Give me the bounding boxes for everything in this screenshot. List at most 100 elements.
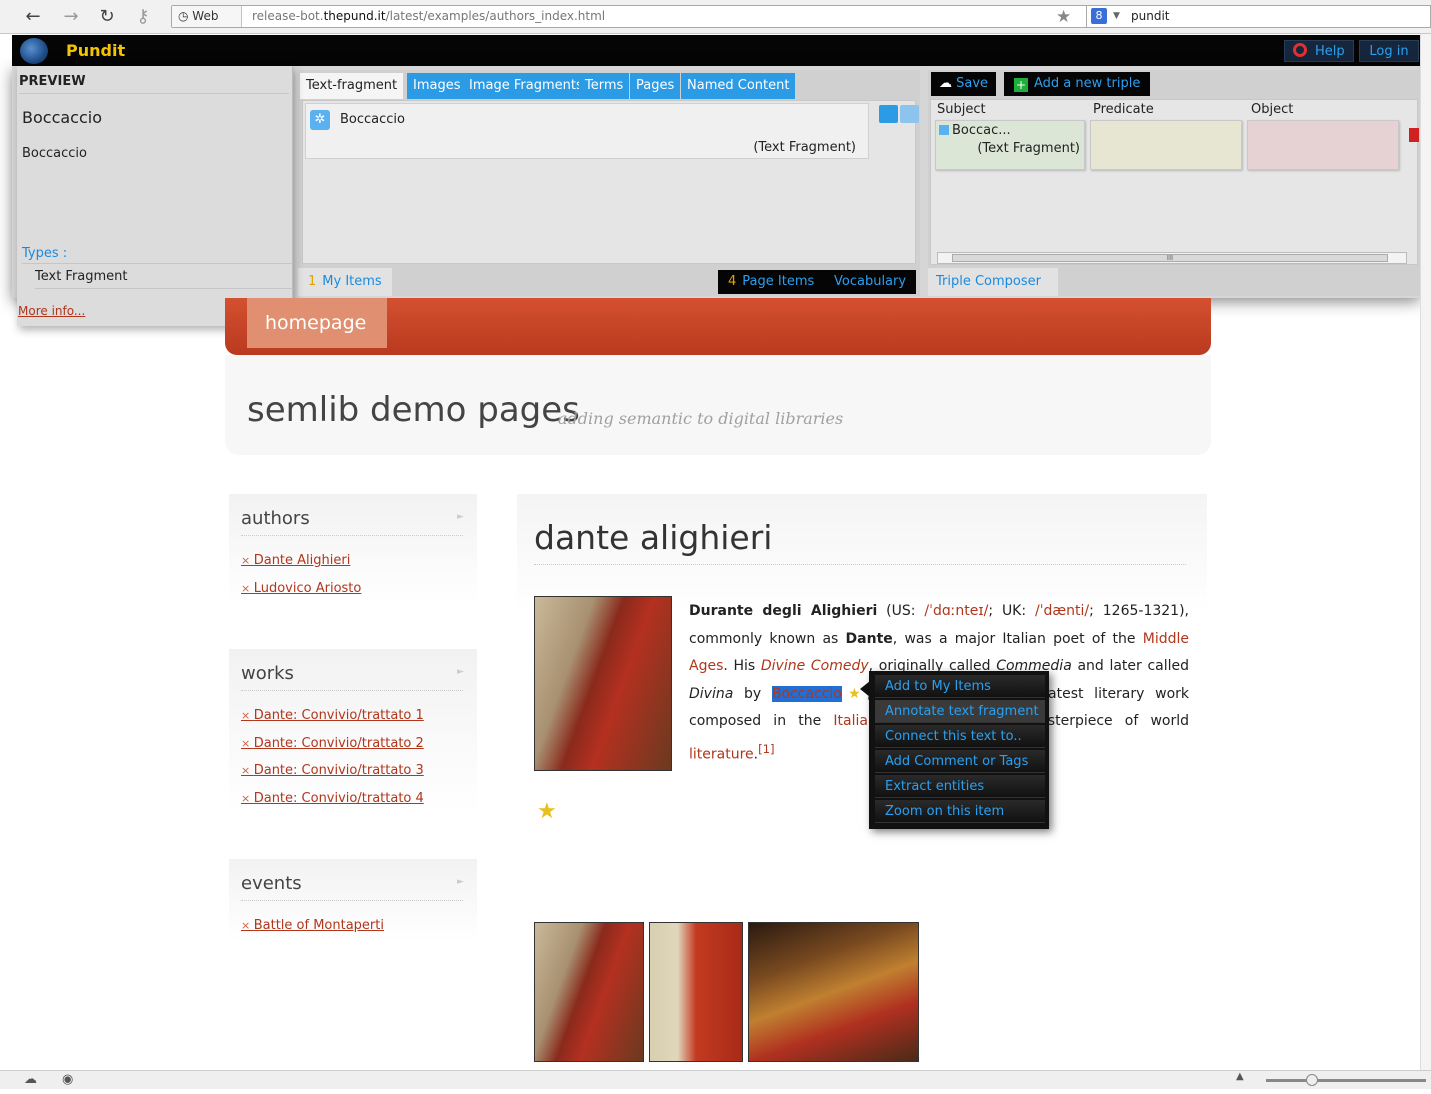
page-items-tab[interactable]: 4 Page Items	[718, 270, 825, 294]
my-items-label: My Items	[322, 274, 382, 289]
save-button[interactable]: ☁ Save	[931, 72, 997, 96]
items-panel: Text-fragment Images Image Fragments Ter…	[298, 70, 920, 296]
menu-item-add-to-my-items[interactable]: Add to My Items	[875, 675, 1045, 698]
tab-text-fragment[interactable]: Text-fragment	[300, 73, 405, 99]
predicate-slot[interactable]	[1090, 120, 1242, 170]
key-icon[interactable]: ⚷	[132, 6, 154, 28]
help-lifebuoy-icon	[1293, 43, 1307, 57]
sidebar-link-work-2[interactable]: Dante: Convivio/trattato 2	[241, 736, 424, 751]
homepage-tab[interactable]: homepage	[247, 298, 387, 348]
sidebar-link-work-3[interactable]: Dante: Convivio/trattato 3	[241, 763, 424, 778]
address-bar[interactable]: ◷ Web release-bot.thepund.it/latest/exam…	[171, 5, 1181, 28]
thumbnail-image-3[interactable]	[748, 922, 919, 1062]
divider	[241, 690, 463, 691]
plus-icon: +	[1014, 78, 1028, 92]
tab-images[interactable]: Images	[407, 73, 468, 99]
divine-comedy-link[interactable]: Divine Comedy	[761, 658, 869, 674]
sidebar-link-work-4[interactable]: Dante: Convivio/trattato 4	[241, 791, 424, 806]
compass-icon[interactable]: ◉	[62, 1072, 73, 1087]
dante-portrait-image[interactable]	[534, 596, 672, 771]
delete-triple-icon[interactable]	[1409, 128, 1419, 142]
vocabulary-tab[interactable]: Vocabulary	[824, 270, 917, 294]
menu-item-connect-text[interactable]: Connect this text to..	[875, 725, 1045, 748]
preview-title: Boccaccio	[22, 108, 102, 127]
subject-slot[interactable]: Boccac... (Text Fragment)	[935, 120, 1085, 170]
dante-bold: Dante	[845, 630, 893, 647]
help-label: Help	[1315, 44, 1345, 59]
context-menu: Add to My Items Annotate text fragment C…	[869, 671, 1049, 829]
footnote-link[interactable]: [1]	[758, 742, 775, 756]
zoom-up-icon[interactable]: ▲	[1236, 1071, 1244, 1082]
sidebar-link-work-1[interactable]: Dante: Convivio/trattato 1	[241, 708, 424, 723]
zoom-slider-thumb[interactable]	[1306, 1074, 1318, 1086]
sidebar-link-ariosto[interactable]: Ludovico Ariosto	[241, 581, 362, 596]
menu-item-zoom[interactable]: Zoom on this item	[875, 800, 1045, 823]
status-bar: ☁ ◉ ▲	[0, 1070, 1431, 1089]
search-box[interactable]: 8 ▼ pundit	[1086, 5, 1431, 28]
my-items-tab[interactable]: 1 My Items	[298, 268, 392, 296]
events-box: events ► Battle of Montaperti	[229, 859, 477, 941]
preview-subtitle: Boccaccio	[22, 146, 87, 161]
add-triple-button[interactable]: + Add a new triple	[1004, 72, 1151, 96]
pundit-toolbar: Pundit Help Log in	[12, 35, 1420, 66]
menu-item-extract-entities[interactable]: Extract entities	[875, 775, 1045, 798]
us-ipa-link[interactable]: /ˈdɑːnteɪ/	[924, 603, 988, 619]
grid-view-icon[interactable]	[900, 105, 919, 123]
pundit-panels: Text-fragment Images Image Fragments Ter…	[12, 66, 1420, 326]
subject-header: Subject	[937, 102, 986, 117]
help-button[interactable]: Help	[1284, 40, 1354, 62]
list-item[interactable]: ✲ Boccaccio (Text Fragment)	[305, 103, 869, 159]
chevron-down-icon[interactable]: ▼	[1113, 6, 1120, 27]
authors-box: authors ► Dante Alighieri Ludovico Arios…	[229, 494, 477, 604]
expand-arrow-icon[interactable]: ►	[457, 877, 464, 887]
expand-arrow-icon[interactable]: ►	[457, 512, 464, 522]
triple-composer-tab[interactable]: Triple Composer	[928, 268, 1058, 296]
menu-item-add-comment[interactable]: Add Comment or Tags	[875, 750, 1045, 773]
uk-ipa-link[interactable]: /ˈdænti/	[1035, 603, 1089, 619]
dates: 1265-1321),	[1102, 603, 1189, 619]
search-engine-icon[interactable]: 8	[1091, 8, 1107, 24]
menu-item-annotate-text-fragment[interactable]: Annotate text fragment	[875, 700, 1045, 723]
tab-image-fragments[interactable]: Image Fragments	[463, 73, 590, 99]
forward-icon[interactable]: →	[60, 6, 82, 28]
more-info-link[interactable]: More info...	[18, 304, 85, 318]
sidebar-link-dante[interactable]: Dante Alighieri	[241, 553, 351, 568]
web-button[interactable]: ◷ Web	[172, 6, 242, 27]
gear-icon[interactable]: ✲	[310, 110, 330, 130]
tab-pages[interactable]: Pages	[630, 73, 682, 99]
cloud-icon[interactable]: ☁	[24, 1072, 37, 1087]
page-items-count: 4	[728, 274, 737, 289]
scrollbar-thumb[interactable]: III	[952, 254, 1388, 262]
view-toggle[interactable]	[879, 105, 919, 125]
text-span: , was a major Italian poet of the	[892, 630, 1136, 647]
gear-icon	[939, 125, 949, 135]
vertical-scrollbar[interactable]	[1420, 34, 1431, 1070]
tab-terms[interactable]: Terms	[579, 73, 631, 99]
bookmark-star-icon[interactable]: ★	[1056, 7, 1071, 27]
thumbnail-image-1[interactable]	[534, 922, 644, 1062]
events-heading: events	[241, 873, 302, 894]
star-icon[interactable]: ★	[537, 799, 557, 824]
url-text[interactable]: release-bot.thepund.it/latest/examples/a…	[252, 6, 605, 27]
search-text[interactable]: pundit	[1131, 6, 1169, 27]
thumbnail-image-2[interactable]	[649, 922, 743, 1062]
object-slot[interactable]	[1247, 120, 1399, 170]
zoom-slider[interactable]	[1266, 1074, 1426, 1086]
selected-text-boccaccio[interactable]: Boccaccio	[771, 685, 842, 702]
preview-type-value: Text Fragment	[35, 269, 293, 289]
url-path: /latest/examples/authors_index.html	[385, 9, 606, 23]
login-button[interactable]: Log in	[1359, 40, 1419, 62]
horizontal-scrollbar[interactable]: III	[937, 252, 1407, 264]
divider	[534, 564, 1186, 565]
expand-arrow-icon[interactable]: ►	[457, 667, 464, 677]
reload-icon[interactable]: ↻	[96, 6, 118, 28]
literature-link[interactable]: literature	[689, 746, 754, 762]
back-icon[interactable]: ←	[22, 6, 44, 28]
list-view-icon[interactable]	[879, 105, 898, 123]
sidebar-link-montaperti[interactable]: Battle of Montaperti	[241, 918, 384, 933]
works-box: works ► Dante: Convivio/trattato 1 Dante…	[229, 649, 477, 814]
pundit-title: Pundit	[66, 41, 126, 60]
divider	[241, 535, 463, 536]
article-title: dante alighieri	[534, 518, 773, 557]
tab-named-content[interactable]: Named Content	[681, 73, 797, 99]
